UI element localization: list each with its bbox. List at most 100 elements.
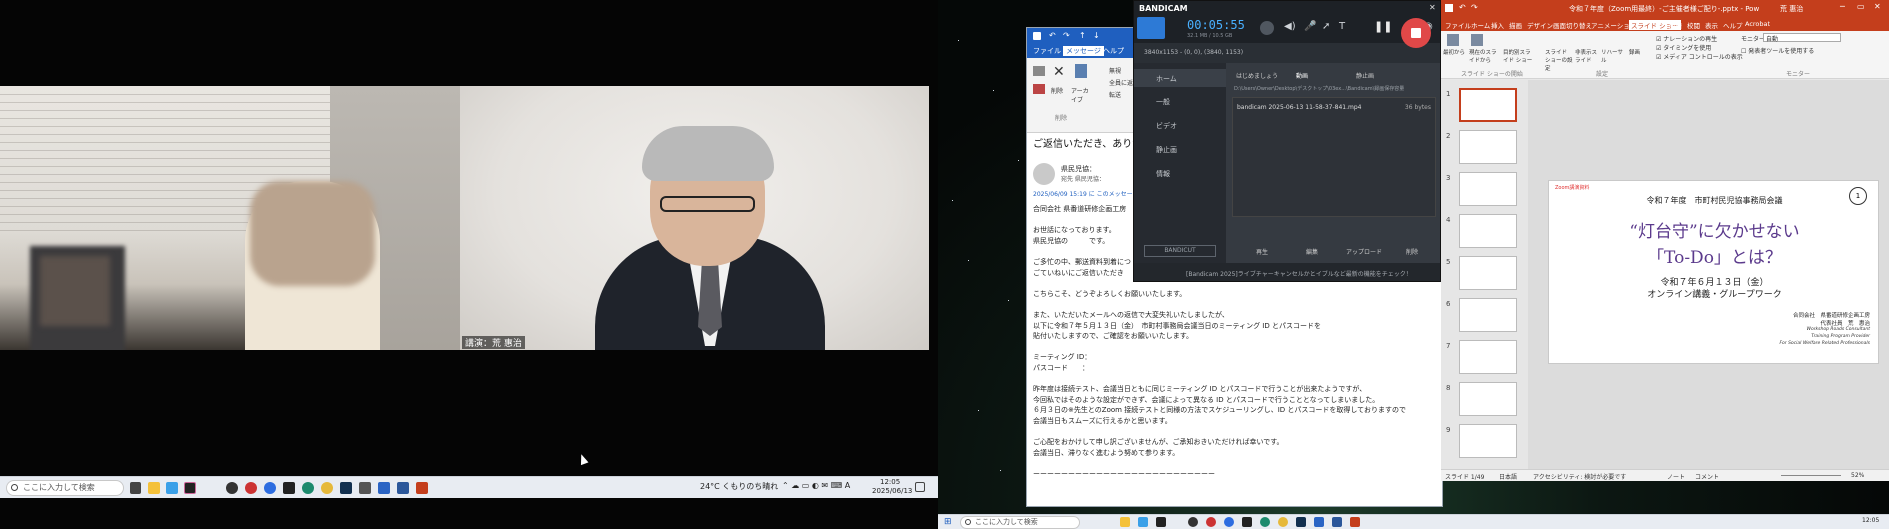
zoom-app-icon[interactable] [1224,517,1234,527]
record-button[interactable]: 録画 [1629,48,1640,56]
setup-show-button[interactable]: スライド ショーの設定 [1545,48,1573,72]
edge-icon[interactable] [1260,517,1270,527]
forward-button[interactable]: 転送 [1109,90,1121,99]
accessibility-status[interactable]: アクセシビリティ: 検討が必要です [1533,472,1626,481]
app-icon[interactable] [359,482,371,494]
play-from-current-icon[interactable] [1471,34,1483,46]
tab-home[interactable]: ホーム [1471,20,1490,30]
recording-file-name[interactable]: bandicam 2025-06-13 11-58-37-841.mp4 [1237,104,1362,111]
slide-thumbnail[interactable] [1459,130,1517,164]
weather-widget[interactable]: 24°C くもりのち晴れ [700,481,778,492]
slide-thumbnail[interactable] [1459,256,1517,290]
cursor-icon[interactable]: ➚ [1322,21,1330,32]
file-explorer-icon[interactable] [148,482,160,494]
redo-icon[interactable]: ↷ [1063,31,1070,40]
close-icon[interactable]: ✕ [1429,3,1436,12]
monitor-select[interactable]: 自動 [1763,33,1841,43]
slide-thumbnail[interactable] [1459,172,1517,206]
maximize-icon[interactable]: ▭ [1857,2,1865,11]
tab-record[interactable]: 記録 [1669,20,1682,30]
app-icon[interactable] [184,482,196,494]
outlook-icon[interactable] [1314,517,1324,527]
bandicam-app-icon[interactable] [283,482,295,494]
tab-image[interactable]: 静止画 [1356,71,1374,80]
tab-help[interactable]: ヘルプ [1103,46,1124,56]
current-slide[interactable]: Zoom講演資料 1 令和７年度 市町村民児協事務局会議 “灯台守”に欠かせない… [1548,180,1879,364]
user-name[interactable]: 荒 惠治 [1780,4,1803,14]
powerpoint-icon[interactable] [416,482,428,494]
tray-icons[interactable]: ⌃ ☁ ▭ ◐ ✉ ⌨ A [782,481,850,490]
ignore-button[interactable]: 無視 [1109,66,1121,75]
app-icon[interactable] [1188,517,1198,527]
tab-message[interactable]: メッセージ [1063,46,1104,56]
archive-icon[interactable] [1075,64,1087,78]
app-icon[interactable] [245,482,257,494]
app-icon[interactable] [1296,517,1306,527]
junk-icon[interactable] [1033,84,1045,94]
archive-button[interactable]: アーカイブ [1071,86,1093,104]
tab-file[interactable]: ファイル [1445,20,1471,30]
presenter-view-checkbox[interactable]: ☐ 発表者ツールを使用する [1741,46,1814,55]
speaker-icon[interactable]: ◀) [1284,21,1296,32]
hide-slide-button[interactable]: 非表示スライド [1575,48,1597,64]
powerpoint-icon[interactable] [1350,517,1360,527]
custom-show-button[interactable]: 目的別スライド ショー [1503,48,1533,64]
slide-thumbnail[interactable] [1459,298,1517,332]
word-icon[interactable] [397,482,409,494]
delete-icon[interactable]: ✕ [1053,64,1065,80]
zoom-app-icon[interactable] [264,482,276,494]
app-icon[interactable] [226,482,238,494]
language-status[interactable]: 日本語 [1499,472,1517,481]
microphone-icon[interactable]: 🎤 [1304,21,1316,32]
tab-acrobat[interactable]: Acrobat [1745,20,1770,28]
nav-home[interactable]: ホーム [1134,69,1226,87]
undo-icon[interactable]: ↶ [1049,31,1056,40]
notification-icon[interactable] [915,482,925,492]
ignore-icon[interactable] [1033,66,1045,76]
tab-video[interactable]: 動画 [1296,71,1308,80]
app-icon[interactable] [1206,517,1216,527]
slide-thumbnail[interactable] [1459,88,1517,122]
minimize-icon[interactable]: ─ [1840,2,1845,11]
autosave-icon[interactable] [1445,4,1453,12]
draw-icon[interactable]: T [1339,21,1345,32]
tab-transitions[interactable]: 画面切り替え [1553,20,1592,30]
tab-review[interactable]: 校閲 [1687,20,1700,30]
redo-icon[interactable]: ↷ [1471,3,1478,12]
app-icon[interactable] [340,482,352,494]
windows-start-icon[interactable]: ⊞ [944,517,952,527]
play-button[interactable]: 再生 [1256,247,1268,256]
app-icon[interactable] [1138,517,1148,527]
edge-icon[interactable] [302,482,314,494]
footer-news[interactable]: [Bandicam 2025]ライブチャーキャンセルかとイブルなど最新の機能をチ… [1186,269,1412,278]
nav-info[interactable]: 情報 [1156,169,1170,179]
delete-button[interactable]: 削除 [1051,86,1063,95]
slide-thumbnail[interactable] [1459,214,1517,248]
zoom-level[interactable]: 52% [1851,472,1864,479]
narration-checkbox[interactable]: ☑ ナレーションの再生 [1656,34,1717,43]
bandicam-app-icon[interactable] [1242,517,1252,527]
nav-video[interactable]: ビデオ [1156,121,1177,131]
outlook-icon[interactable] [378,482,390,494]
slide-thumbnail[interactable] [1459,340,1517,374]
tab-help[interactable]: ヘルプ [1723,20,1743,30]
media-controls-checkbox[interactable]: ☑ メディア コントロールの表示 [1656,52,1743,61]
capture-region-bar[interactable]: 3840x1153 - (0, 0), (3840, 1153) [1134,43,1440,63]
close-icon[interactable]: ✕ [1874,2,1881,11]
tab-view[interactable]: 表示 [1705,20,1718,30]
down-arrow-icon[interactable]: ↓ [1093,31,1100,40]
app-icon[interactable] [1156,517,1166,527]
bandicut-button[interactable]: BANDICUT [1144,245,1216,257]
taskbar-search[interactable]: ここに入力して検索 [960,516,1080,529]
chrome-icon[interactable] [321,482,333,494]
from-start-button[interactable]: 最初から [1443,48,1467,56]
undo-icon[interactable]: ↶ [1459,3,1466,12]
slide-thumbnail[interactable] [1459,382,1517,416]
clock-time[interactable]: 12:05 [880,478,900,486]
participant-video-tile[interactable] [0,86,460,350]
upload-button[interactable]: アップロード [1346,247,1382,256]
clock-time[interactable]: 12:05 [1862,517,1879,524]
output-path[interactable]: D:\Users\Owner\Desktop\デスクトップ\03ex...\Ba… [1234,85,1434,92]
taskbar-search[interactable]: ここに入力して検索 [6,480,124,496]
pause-icon[interactable]: ❚❚ [1374,20,1392,33]
